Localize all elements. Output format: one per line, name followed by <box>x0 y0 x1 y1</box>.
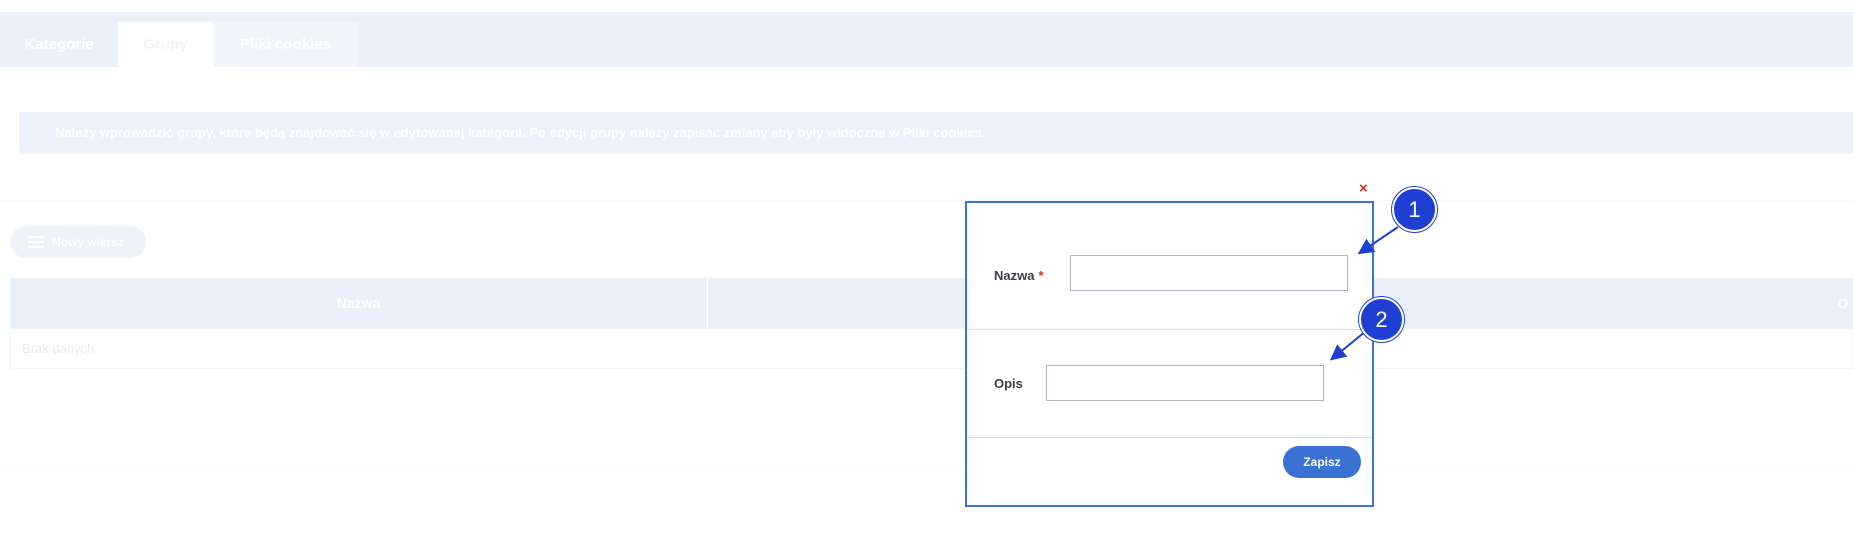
callout-badge-1: 1 <box>1392 187 1437 232</box>
callout-arrows <box>1329 226 1399 361</box>
callout-badge-2: 2 <box>1359 297 1404 342</box>
callout-1-arrow <box>1357 226 1399 255</box>
callout-2-arrow <box>1329 330 1367 361</box>
